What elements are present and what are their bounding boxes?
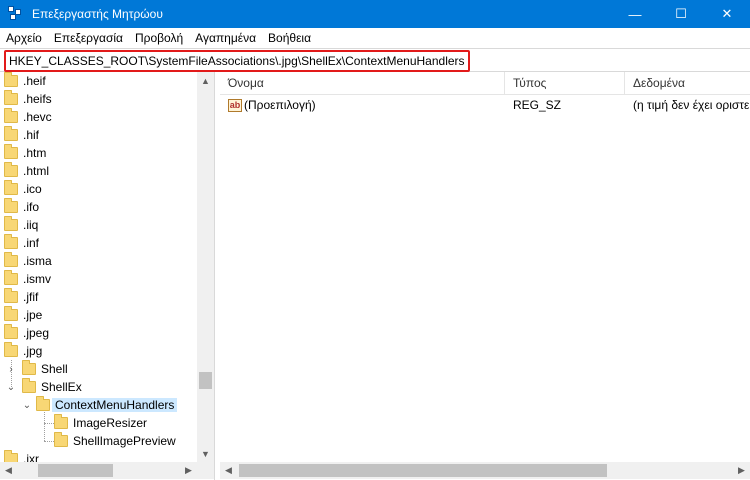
value-name: (Προεπιλογή) — [244, 98, 316, 112]
scroll-down-arrow-icon[interactable]: ▼ — [197, 445, 214, 462]
tree-item-hevc[interactable]: .hevc — [4, 108, 52, 126]
column-type[interactable]: Τύπος — [505, 72, 625, 95]
address-path[interactable]: HKEY_CLASSES_ROOT\SystemFileAssociations… — [4, 50, 470, 72]
folder-icon — [4, 234, 18, 249]
scroll-left-arrow-icon[interactable]: ◀ — [220, 462, 237, 479]
folder-icon — [4, 198, 18, 213]
collapse-chevron-icon[interactable]: ⌄ — [20, 400, 34, 411]
folder-icon — [4, 270, 18, 285]
tree-item-inf[interactable]: .inf — [4, 234, 39, 252]
tree-guide-line — [44, 423, 54, 424]
folder-icon — [4, 288, 18, 303]
menu-file[interactable]: Αρχείο — [0, 31, 48, 45]
folder-icon — [4, 180, 18, 195]
scroll-right-arrow-icon[interactable]: ▶ — [733, 462, 750, 479]
menu-help[interactable]: Βοήθεια — [262, 31, 317, 45]
scroll-thumb[interactable] — [239, 464, 607, 477]
tree-vertical-scrollbar[interactable]: ▲ ▼ — [197, 72, 214, 462]
folder-icon — [4, 324, 18, 339]
window-title: Επεξεργαστής Μητρώου — [32, 7, 163, 21]
value-type: REG_SZ — [513, 98, 562, 112]
scroll-thumb[interactable] — [199, 372, 212, 389]
table-row[interactable]: ab (Προεπιλογή) REG_SZ (η τιμή δεν έχει ο… — [220, 96, 750, 114]
title-bar: Επεξεργαστής Μητρώου — ☐ ✕ — [0, 0, 750, 28]
tree-item-jfif[interactable]: .jfif — [4, 288, 38, 306]
registry-editor-icon — [8, 6, 24, 22]
column-header: Όνομα Τύπος Δεδομένα — [220, 72, 750, 95]
folder-icon — [22, 378, 36, 393]
folder-icon — [22, 360, 36, 375]
folder-icon — [4, 90, 18, 105]
tree-item-html[interactable]: .html — [4, 162, 49, 180]
folder-icon — [4, 126, 18, 141]
tree-item-imageresizer[interactable]: ImageResizer — [54, 414, 147, 432]
scroll-left-arrow-icon[interactable]: ◀ — [0, 462, 17, 479]
tree-item-htm[interactable]: .htm — [4, 144, 46, 162]
maximize-button[interactable]: ☐ — [658, 0, 704, 28]
menu-view[interactable]: Προβολή — [129, 31, 189, 45]
minimize-button[interactable]: — — [612, 0, 658, 28]
column-name[interactable]: Όνομα — [220, 72, 505, 95]
tree-item-ifo[interactable]: .ifo — [4, 198, 39, 216]
tree-item-ico[interactable]: .ico — [4, 180, 42, 198]
tree-item-ismv[interactable]: .ismv — [4, 270, 51, 288]
tree-guide-line — [44, 441, 54, 442]
tree-item-jpg[interactable]: .jpg — [4, 342, 42, 360]
folder-icon — [54, 414, 68, 429]
tree-item-shellimagepreview[interactable]: ShellImagePreview — [54, 432, 176, 450]
tree-item-shell[interactable]: › Shell — [4, 360, 68, 378]
menu-edit[interactable]: Επεξεργασία — [48, 31, 129, 45]
tree-horizontal-scrollbar[interactable]: ◀ ▶ — [0, 462, 197, 479]
folder-icon — [4, 306, 18, 321]
folder-icon — [4, 72, 18, 87]
values-list: Όνομα Τύπος Δεδομένα ab (Προεπιλογή) REG_… — [220, 72, 750, 480]
folder-icon — [4, 162, 18, 177]
scroll-thumb[interactable] — [38, 464, 113, 477]
folder-icon — [36, 396, 50, 411]
tree-item-heif[interactable]: .heif — [4, 72, 46, 90]
address-bar[interactable]: HKEY_CLASSES_ROOT\SystemFileAssociations… — [0, 48, 750, 72]
string-value-icon: ab — [228, 99, 242, 113]
tree-item-isma[interactable]: .isma — [4, 252, 52, 270]
tree-item-iiq[interactable]: .iiq — [4, 216, 38, 234]
value-data: (η τιμή δεν έχει οριστεί) — [633, 98, 750, 112]
collapse-chevron-icon[interactable]: ⌄ — [4, 382, 18, 393]
tree-item-hif[interactable]: .hif — [4, 126, 39, 144]
folder-icon — [4, 108, 18, 123]
tree-guide-line — [44, 412, 45, 441]
folder-icon — [54, 432, 68, 447]
tree-item-shellex[interactable]: ⌄ ShellEx — [4, 378, 82, 396]
folder-icon — [4, 144, 18, 159]
folder-icon — [4, 216, 18, 231]
scroll-right-arrow-icon[interactable]: ▶ — [180, 462, 197, 479]
menu-favorites[interactable]: Αγαπημένα — [189, 31, 262, 45]
folder-icon — [4, 342, 18, 357]
menu-bar: Αρχείο Επεξεργασία Προβολή Αγαπημένα Βοή… — [0, 28, 750, 48]
registry-tree: .heif .heifs .hevc .hif .htm .html .ico … — [0, 72, 215, 480]
tree-item-heifs[interactable]: .heifs — [4, 90, 52, 108]
expand-chevron-icon[interactable]: › — [4, 364, 18, 375]
list-horizontal-scrollbar[interactable]: ◀ ▶ — [220, 462, 750, 479]
folder-icon — [4, 252, 18, 267]
scroll-up-arrow-icon[interactable]: ▲ — [197, 72, 214, 89]
value-name-cell: ab (Προεπιλογή) — [228, 96, 316, 114]
column-data[interactable]: Δεδομένα — [625, 72, 750, 95]
scrollbar-corner — [197, 462, 214, 479]
tree-item-jpeg[interactable]: .jpeg — [4, 324, 49, 342]
close-button[interactable]: ✕ — [704, 0, 750, 28]
tree-item-jpe[interactable]: .jpe — [4, 306, 42, 324]
